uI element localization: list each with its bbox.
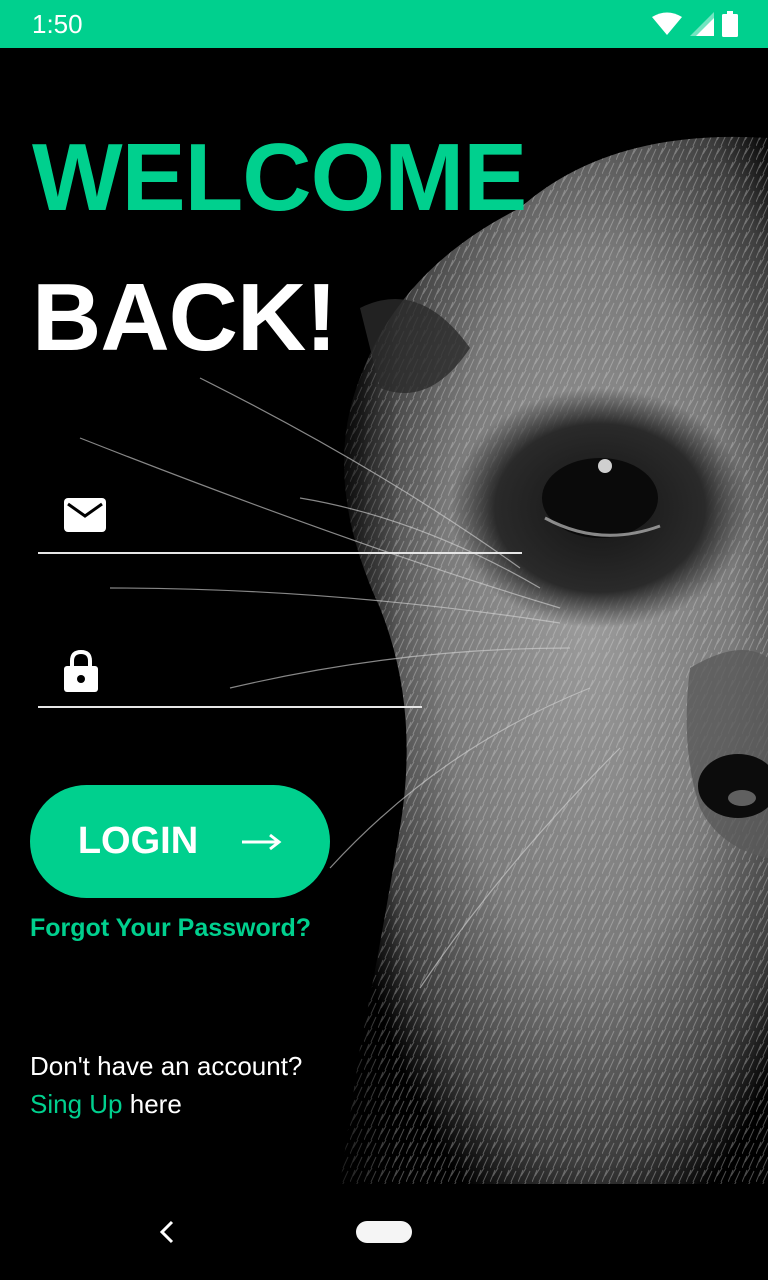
signup-prompt: Don't have an account? [30,1051,303,1081]
email-input[interactable] [118,494,522,540]
login-button[interactable]: LOGIN [30,785,330,898]
mail-icon [64,498,106,532]
status-time: 1:50 [32,9,83,39]
password-input[interactable] [118,648,422,694]
status-bar: 1:50 [0,0,768,48]
battery-icon [722,11,738,37]
status-icons [652,11,738,37]
login-screen: WELCOME BACK! LOGIN Forgot Your Password… [0,48,768,1184]
signup-link[interactable]: Sing Up [30,1089,123,1119]
lock-icon [64,650,98,692]
navigation-bar [0,1184,768,1280]
forgot-password-link[interactable]: Forgot Your Password? [30,914,311,943]
signup-suffix: here [129,1089,182,1119]
signal-icon [690,12,714,36]
title-back: BACK! [32,264,337,371]
signup-line: Sing Up here [30,1089,182,1120]
password-field[interactable] [38,634,422,708]
home-pill-icon[interactable] [356,1221,412,1243]
email-field[interactable] [38,480,522,554]
arrow-right-icon [242,833,282,850]
login-button-label: LOGIN [77,820,199,862]
wifi-icon [652,12,682,35]
title-welcome: WELCOME [32,124,527,231]
back-icon[interactable] [156,1218,178,1246]
